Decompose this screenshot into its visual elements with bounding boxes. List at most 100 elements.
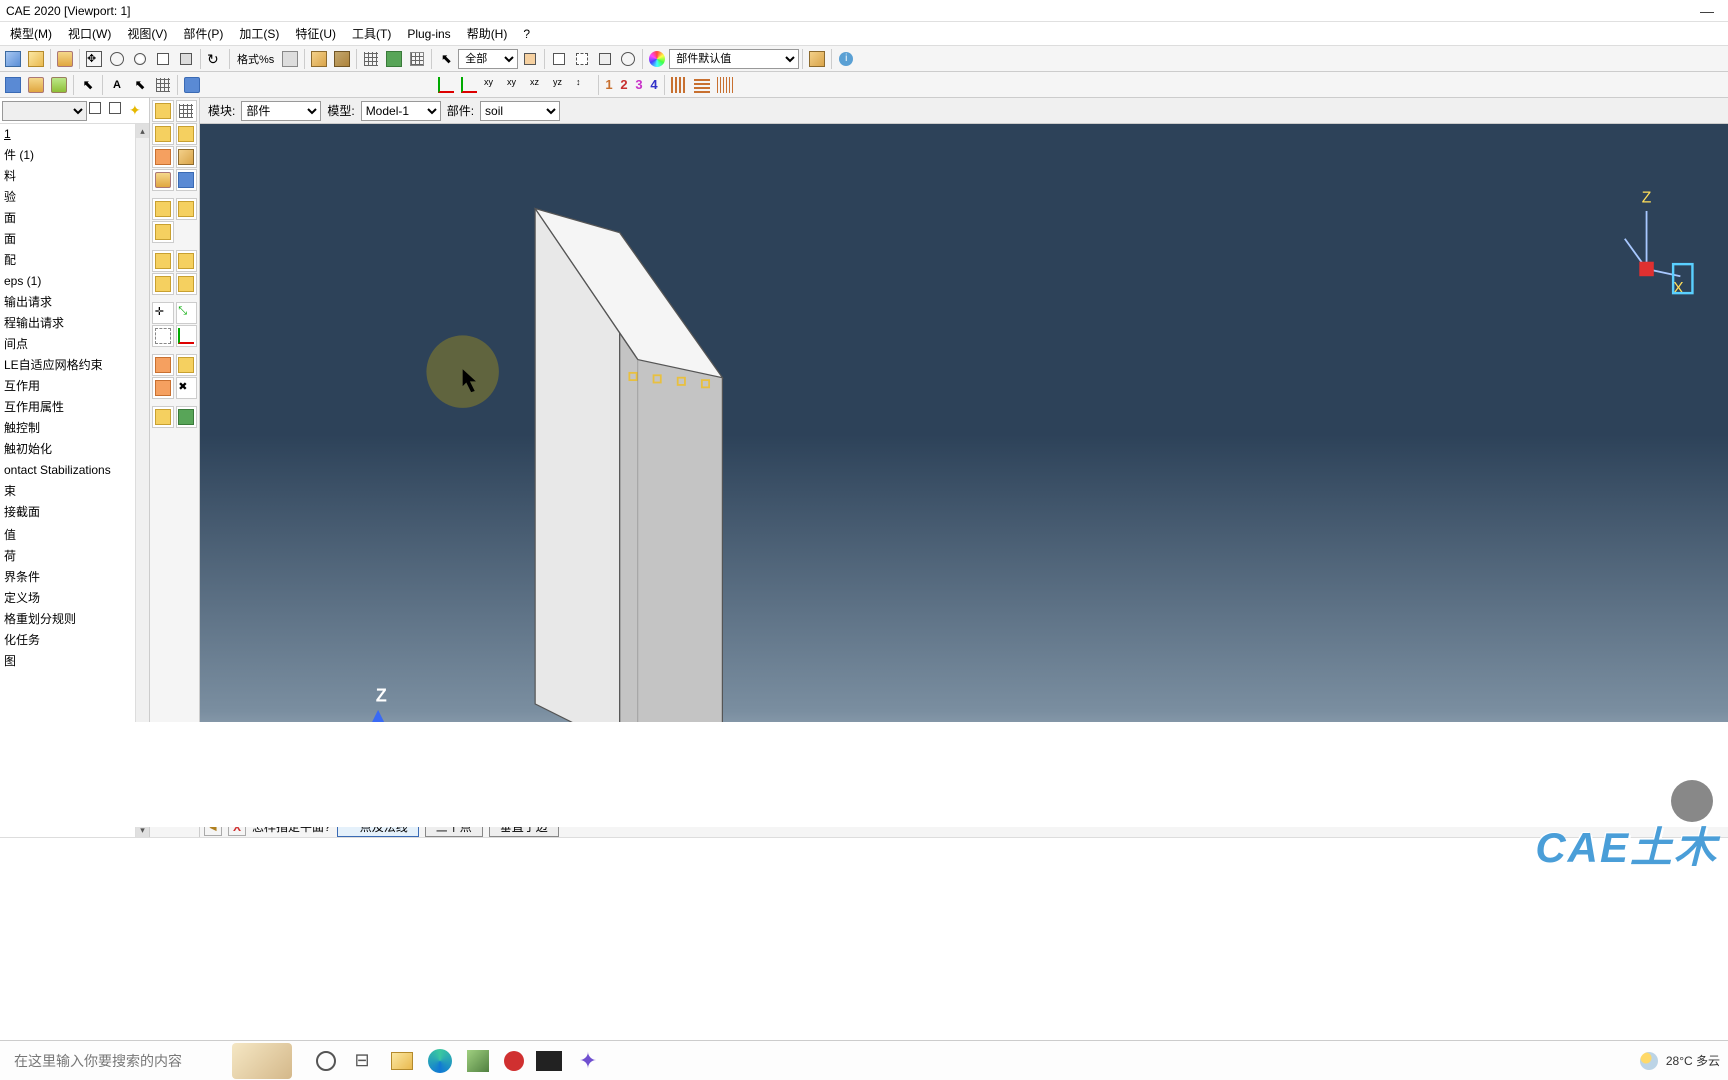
tree-paste-button[interactable]: [109, 102, 127, 120]
tool-datum-axis[interactable]: ⤡: [176, 302, 198, 324]
tree-item[interactable]: 接截面: [0, 502, 149, 523]
csys5-button[interactable]: xz: [527, 74, 549, 96]
abaqus-button[interactable]: [464, 1047, 492, 1075]
csys4-button[interactable]: xy: [504, 74, 526, 96]
tree-item[interactable]: 间点: [0, 334, 149, 355]
tree-item[interactable]: LE自适应网格约束: [0, 355, 149, 376]
tool-offset[interactable]: [176, 406, 198, 428]
text-a-button[interactable]: A: [106, 74, 128, 96]
tree-item[interactable]: 件 (1): [0, 145, 149, 166]
disp1-button[interactable]: [668, 74, 690, 96]
menu-plugins[interactable]: Plug-ins: [399, 25, 458, 43]
csys7-button[interactable]: ↕: [573, 74, 595, 96]
tree-item[interactable]: 互作用: [0, 376, 149, 397]
tree-item[interactable]: 1: [0, 124, 149, 145]
grid2-button[interactable]: [406, 48, 428, 70]
csys1-button[interactable]: [435, 74, 457, 96]
tool-create-part[interactable]: [152, 100, 174, 122]
sel5-button[interactable]: [617, 48, 639, 70]
tree-item[interactable]: ontact Stabilizations: [0, 460, 149, 481]
tool-cut-extrude[interactable]: [152, 198, 174, 220]
tool-geometry-repair[interactable]: ✖: [176, 377, 198, 399]
opts-button[interactable]: [181, 74, 203, 96]
tree-item[interactable]: 化任务: [0, 630, 149, 651]
tree-item[interactable]: 输出请求: [0, 292, 149, 313]
tree-item[interactable]: 配: [0, 250, 149, 271]
edge-button[interactable]: [428, 1049, 452, 1073]
tree-item[interactable]: 界条件: [0, 567, 149, 588]
db-button[interactable]: [54, 48, 76, 70]
tool-cut-revolve[interactable]: [176, 198, 198, 220]
record-button[interactable]: [504, 1051, 524, 1071]
view-preset-1[interactable]: 1: [602, 77, 616, 92]
windows-taskbar[interactable]: 在这里输入你要搜索的内容 ⊟ ✦ 28°C 多云: [0, 1040, 1728, 1080]
tool-datum-point[interactable]: ✛: [152, 302, 174, 324]
tree-item[interactable]: 荷: [0, 546, 149, 567]
new-button[interactable]: [2, 48, 24, 70]
weather-text[interactable]: 28°C 多云: [1666, 1052, 1720, 1069]
csys6-button[interactable]: yz: [550, 74, 572, 96]
tree-item[interactable]: 束: [0, 481, 149, 502]
menu-whats-this[interactable]: ?: [515, 25, 538, 43]
tree-item[interactable]: 触初始化: [0, 439, 149, 460]
tool-solid-extrude[interactable]: [152, 123, 174, 145]
layers-button[interactable]: [806, 48, 828, 70]
zoom-box-button[interactable]: [152, 48, 174, 70]
menu-viewport[interactable]: 视口(W): [60, 23, 119, 44]
tree-item[interactable]: 验: [0, 187, 149, 208]
tree-item[interactable]: 面: [0, 208, 149, 229]
tree-item[interactable]: 程输出请求: [0, 313, 149, 334]
tool-shell-revolve[interactable]: [176, 146, 198, 168]
system-tray[interactable]: 28°C 多云: [1640, 1052, 1728, 1070]
select-scope-dropdown[interactable]: 全部: [458, 49, 518, 69]
tree-item[interactable]: 面: [0, 229, 149, 250]
tool-datum-plane[interactable]: [152, 325, 174, 347]
tool-partition-edge[interactable]: [176, 250, 198, 272]
select-arrow-button[interactable]: ⬉: [435, 48, 457, 70]
tool-remove-face[interactable]: [152, 354, 174, 376]
open-button[interactable]: [25, 48, 47, 70]
cortana-button[interactable]: ⊟: [348, 1047, 376, 1075]
tree-item[interactable]: 料: [0, 166, 149, 187]
menu-feature[interactable]: 特征(U): [287, 23, 344, 44]
tree-tip-button[interactable]: ✦: [129, 102, 147, 120]
scroll-up-icon[interactable]: ▴: [136, 124, 149, 138]
fit-button[interactable]: [175, 48, 197, 70]
tool-shell-extrude[interactable]: [152, 146, 174, 168]
info-button[interactable]: i: [835, 48, 857, 70]
menu-tools[interactable]: 工具(T): [344, 23, 399, 44]
grid-button[interactable]: [383, 48, 405, 70]
model-dropdown[interactable]: Model-1: [361, 101, 441, 121]
tree-item[interactable]: 触控制: [0, 418, 149, 439]
tree-item[interactable]: eps (1): [0, 271, 149, 292]
tool-partition-cell[interactable]: [152, 273, 174, 295]
menu-shape[interactable]: 加工(S): [231, 23, 287, 44]
tree-item[interactable]: 格重划分规则: [0, 609, 149, 630]
persp-button[interactable]: [360, 48, 382, 70]
menu-part[interactable]: 部件(P): [175, 23, 231, 44]
color-button[interactable]: [646, 48, 668, 70]
tool-partition-face[interactable]: [152, 250, 174, 272]
tool-geometry-edit[interactable]: [152, 377, 174, 399]
grid3-button[interactable]: [152, 74, 174, 96]
print-button[interactable]: [279, 48, 301, 70]
menu-view[interactable]: 视图(V): [119, 23, 175, 44]
tool-mirror[interactable]: [152, 406, 174, 428]
taskbar-search[interactable]: 在这里输入你要搜索的内容: [8, 1046, 228, 1076]
arrow3-button[interactable]: ⬉: [129, 74, 151, 96]
shade-button[interactable]: [331, 48, 353, 70]
tool-part-manager[interactable]: [176, 100, 198, 122]
tree-copy-button[interactable]: [89, 102, 107, 120]
tree-item[interactable]: 值: [0, 525, 149, 546]
tool-repair[interactable]: [176, 354, 198, 376]
disp3-button[interactable]: [714, 74, 736, 96]
sel4-button[interactable]: [594, 48, 616, 70]
task-view-button[interactable]: [316, 1051, 336, 1071]
view-preset-4[interactable]: 4: [647, 77, 661, 92]
sel3-button[interactable]: [571, 48, 593, 70]
disp2-button[interactable]: [691, 74, 713, 96]
view1-button[interactable]: [2, 74, 24, 96]
arrow2-button[interactable]: ⬉: [77, 74, 99, 96]
terminal-button[interactable]: [536, 1051, 562, 1071]
tool-wire[interactable]: [152, 169, 174, 191]
